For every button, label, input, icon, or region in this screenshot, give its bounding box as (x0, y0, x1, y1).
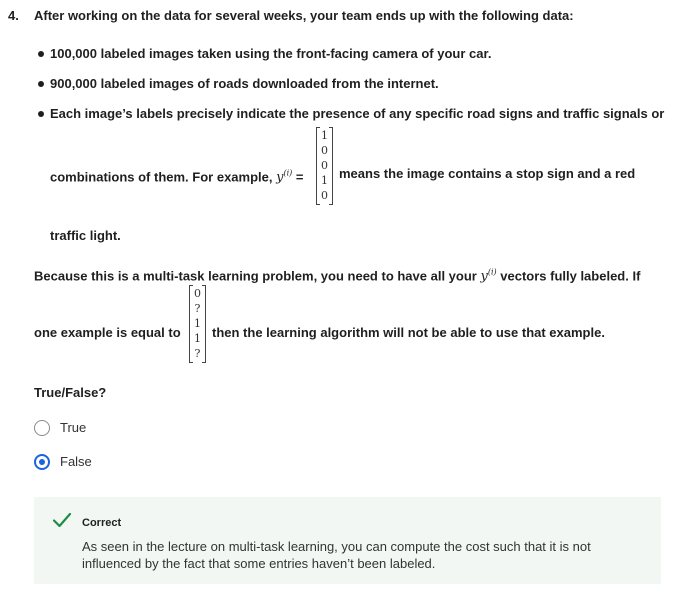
vector-entry: 1 (194, 317, 201, 330)
checkmark-icon (52, 512, 72, 528)
paragraph-line-1: Because this is a multi-task learning pr… (34, 268, 641, 285)
label-vector-example: 1 0 0 1 0 (316, 127, 333, 205)
option-label[interactable]: False (60, 454, 92, 470)
label-vector-partial: 0 ? 1 1 ? (189, 285, 206, 363)
vector-entry: 1 (194, 332, 201, 345)
math-y-label: y(i) (276, 169, 293, 186)
feedback-text: As seen in the lecture on multi-task lea… (82, 539, 591, 571)
option-label[interactable]: True (60, 420, 86, 436)
vector-entry: ? (194, 302, 201, 315)
bullet-continuation: combinations of them. For example, y(i) … (50, 166, 303, 186)
true-false-prompt: True/False? (34, 385, 107, 400)
vector-entry: ? (194, 347, 201, 360)
vector-entry: 0 (194, 287, 201, 300)
example-explanation-end: traffic light. (50, 228, 121, 243)
bullet-item: 100,000 labeled images taken using the f… (50, 46, 492, 61)
bullet-dot (38, 81, 44, 87)
vector-entry: 1 (321, 129, 328, 142)
equals-sign: = (292, 169, 304, 185)
paragraph-line-2-start: one example is equal to (34, 325, 181, 340)
vector-entry: 0 (321, 189, 328, 202)
option-false[interactable]: False (34, 453, 154, 471)
vector-entry: 0 (321, 159, 328, 172)
question-text: After working on the data for several we… (34, 8, 574, 23)
option-true[interactable]: True (34, 419, 154, 437)
feedback-status: Correct (82, 517, 122, 529)
question-number: 4. (8, 8, 19, 23)
example-explanation: means the image contains a stop sign and… (339, 166, 636, 181)
bullet-dot (38, 111, 44, 117)
math-y-label: y(i) (480, 268, 497, 285)
example-text: combinations of them. For example, (50, 169, 277, 185)
bullet-item: Each image’s labels precisely indicate t… (50, 106, 665, 121)
paragraph-line-2-end: then the learning algorithm will not be … (212, 325, 605, 340)
vector-entry: 1 (321, 174, 328, 187)
radio-button-true[interactable] (34, 420, 50, 436)
vector-entry: 0 (321, 144, 328, 157)
bullet-dot (38, 51, 44, 57)
bullet-item: 900,000 labeled images of roads download… (50, 76, 439, 91)
radio-button-false-selected[interactable] (34, 454, 50, 470)
